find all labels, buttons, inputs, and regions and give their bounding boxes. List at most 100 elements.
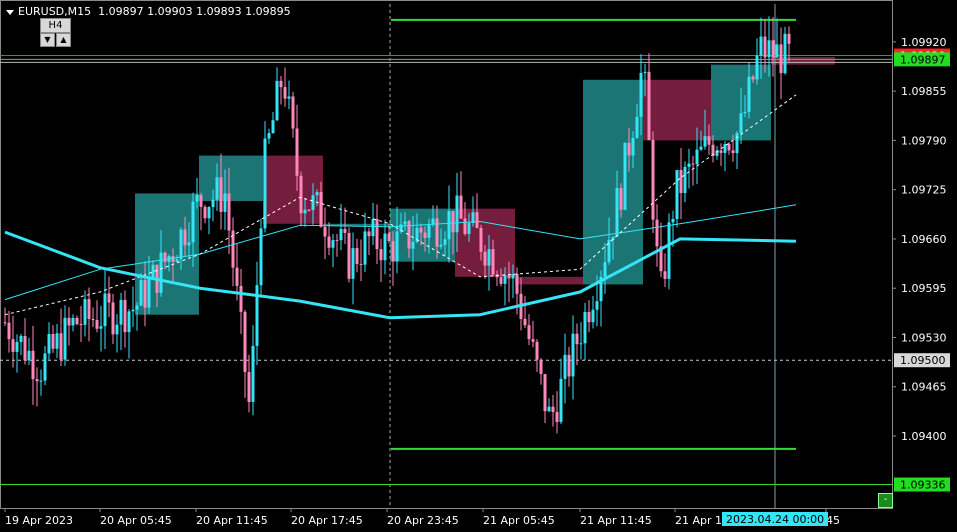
candle-body [431, 218, 435, 225]
candle-body [747, 76, 751, 112]
candle-body [579, 343, 583, 345]
candle-body [227, 193, 231, 231]
candle-body [207, 207, 211, 219]
candle-body [683, 166, 687, 194]
candle-body [383, 233, 387, 261]
header-high: 1.09903 [147, 5, 193, 18]
candle-body [379, 249, 383, 261]
candle-body [627, 142, 631, 156]
candle-body [759, 36, 763, 56]
candle-body [115, 324, 119, 335]
x-tick-label: 19 Apr 2023 [5, 514, 73, 527]
candle-body [467, 223, 471, 234]
candle-body [55, 333, 59, 349]
candle-body [779, 44, 783, 74]
x-tick-label: 21 Apr 1 [675, 514, 722, 527]
candle-body [687, 163, 691, 167]
candle-body [451, 211, 455, 233]
candle-body [563, 354, 567, 379]
candle-body [639, 72, 643, 117]
candle-body [347, 232, 351, 279]
candle-body [7, 322, 11, 340]
price-chart[interactable]: 1.09920 1.09855 1.09790 1.09725 1.09660 1.095… [0, 0, 957, 532]
candle-body [443, 239, 447, 245]
candle-body [555, 412, 559, 422]
session-box [263, 155, 323, 224]
candle-body [491, 249, 495, 275]
candle-body [103, 293, 107, 327]
candle-body [575, 333, 579, 345]
candle-body [27, 350, 31, 361]
bottom-price-tag: 1.09336 [900, 479, 946, 492]
candle-body [783, 33, 787, 74]
x-tick-label: 45 [826, 514, 840, 527]
candle-body [539, 359, 543, 375]
candle-body [523, 318, 527, 326]
current-price-tag: 1.09897 [900, 53, 946, 66]
candle-body [403, 221, 407, 225]
x-tick-label: 20 Apr 05:45 [100, 514, 172, 527]
candle-body [331, 240, 335, 248]
candle-body [275, 80, 279, 121]
candle-body [139, 280, 143, 306]
candle-body [75, 317, 79, 325]
candle-body [343, 228, 347, 233]
candle-body [35, 379, 39, 382]
y-tick-label: 1.09595 [901, 282, 947, 295]
timeframe-down-button[interactable]: ▼ [40, 33, 55, 47]
candle-body [323, 226, 327, 237]
candle-body [171, 256, 175, 262]
candle-body [391, 241, 395, 262]
candle-body [319, 192, 323, 227]
candle-body [707, 136, 711, 145]
candle-body [727, 144, 731, 151]
candle-body [99, 326, 103, 329]
candle-body [459, 195, 463, 219]
candle-body [475, 212, 479, 228]
candle-body [515, 274, 519, 294]
candle-body [95, 320, 99, 329]
candle-body [199, 194, 203, 207]
dashed-price-tag: 1.09500 [900, 354, 946, 367]
y-tick-label: 1.09920 [901, 36, 947, 49]
x-tick-label: 21 Apr 11:45 [580, 514, 652, 527]
timeframe-up-button[interactable]: ▲ [56, 33, 71, 47]
candle-body [339, 228, 343, 241]
candle-body [19, 335, 23, 342]
candle-body [755, 55, 759, 80]
candle-body [767, 40, 771, 58]
candle-body [499, 277, 503, 284]
candle-body [503, 275, 507, 284]
candle-body [559, 378, 563, 422]
y-tick-label: 1.09465 [901, 381, 947, 394]
candle-body [235, 267, 239, 286]
header-low: 1.09893 [196, 5, 242, 18]
y-tick-label: 1.09530 [901, 331, 947, 344]
collapse-button[interactable]: - [878, 493, 893, 508]
candle-body [647, 71, 651, 141]
candle-body [719, 150, 723, 153]
candle-body [191, 201, 195, 243]
candle-body [567, 354, 571, 377]
candle-body [675, 170, 679, 220]
chart-menu-triangle-icon[interactable] [6, 9, 14, 15]
candle-body [695, 149, 699, 165]
candle-body [619, 188, 623, 210]
candle-body [131, 309, 135, 312]
candle-body [303, 209, 307, 214]
candle-body [79, 324, 83, 326]
candle-body [211, 199, 215, 208]
x-tick-label: 20 Apr 11:45 [196, 514, 268, 527]
candle-body [631, 137, 635, 156]
candle-body [335, 240, 339, 242]
candle-body [43, 353, 47, 381]
session-box [199, 155, 263, 202]
candle-body [219, 177, 223, 212]
timeframe-box: H4 ▼ ▲ [39, 18, 71, 47]
candle-body [315, 192, 319, 196]
candle-body [87, 299, 91, 319]
candle-body [411, 241, 415, 249]
candle-body [163, 252, 167, 262]
candle-body [699, 146, 703, 150]
x-tick-label: 20 Apr 23:45 [387, 514, 459, 527]
